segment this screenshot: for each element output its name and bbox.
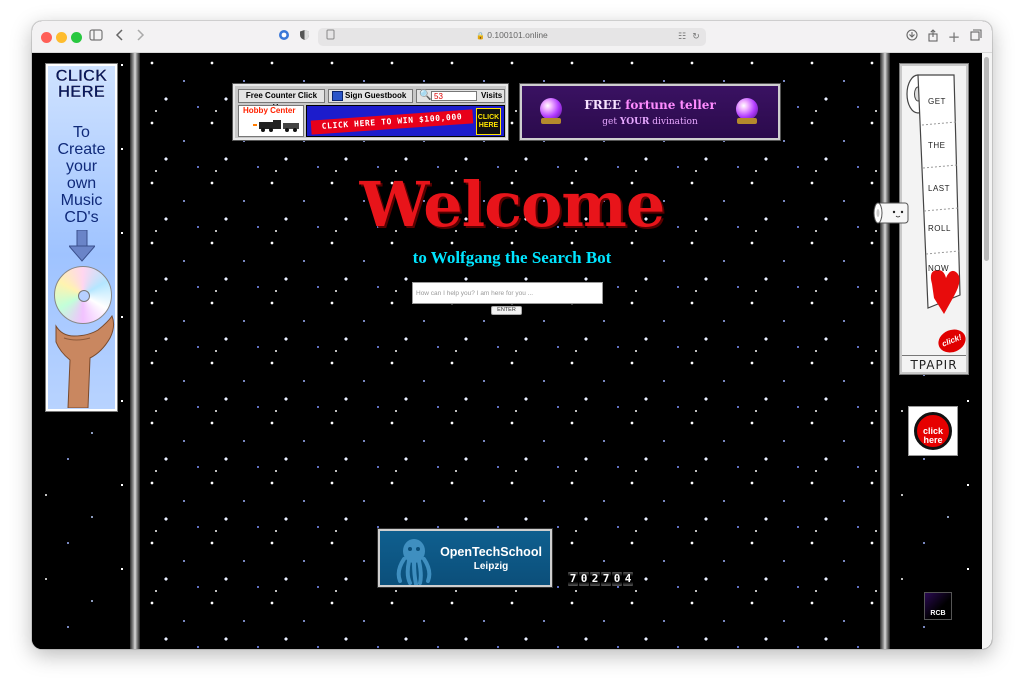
tp-word: ROLL: [928, 224, 951, 233]
zoom-button[interactable]: [71, 32, 82, 43]
tp-word: GET: [928, 97, 946, 106]
rcb-logo[interactable]: RCB: [924, 592, 952, 620]
win-money-text: CLICK HERE TO WIN $100,000: [310, 109, 474, 135]
hand-icon: [55, 314, 115, 408]
counter-guestbook-banner: Free Counter Click Here Sign Guestbook 🔍…: [232, 83, 509, 141]
ots-city: Leipzig: [473, 561, 509, 572]
privacy-report-icon[interactable]: [276, 29, 292, 45]
new-tab-icon[interactable]: +: [946, 29, 962, 45]
ots-title: OpenTechSchool: [440, 545, 542, 559]
click-here-ring: click here: [914, 412, 952, 450]
counter-digit: 7: [601, 572, 611, 586]
guestbook-icon: [332, 91, 343, 101]
forward-icon[interactable]: [132, 29, 148, 45]
create-cd-ad[interactable]: CLICK HERE To Create your own Music CD's: [45, 63, 118, 412]
counter-digit: 2: [590, 572, 600, 586]
visits-label: Visits: [481, 91, 503, 100]
lock-icon: 🔒: [476, 33, 485, 40]
welcome-heading: Welcome: [359, 168, 666, 241]
win-money-ad[interactable]: CLICK HERE TO WIN $100,000 CLICK HERE: [306, 105, 505, 137]
url-text: 🔒 0.100101.online: [476, 30, 548, 40]
web-page: CLICK HERE To Create your own Music CD's…: [32, 53, 992, 649]
heart-icon: [930, 270, 960, 314]
sign-guestbook-link[interactable]: Sign Guestbook: [328, 89, 413, 103]
minimize-button[interactable]: [56, 32, 67, 43]
close-button[interactable]: [41, 32, 52, 43]
toilet-paper-icon: [906, 74, 961, 314]
counter-digit: 4: [623, 572, 633, 586]
rcb-label: RCB: [930, 610, 946, 617]
share-icon[interactable]: [925, 29, 941, 45]
win-click-here-button[interactable]: CLICK HERE: [476, 108, 501, 135]
tp-word: NOW: [928, 264, 950, 273]
enter-button[interactable]: ENTER: [491, 306, 522, 315]
magnifier-icon: 🔍: [419, 90, 432, 101]
shield-icon[interactable]: [296, 29, 312, 45]
fortune-teller-ad[interactable]: FREE fortune teller get YOUR divination: [519, 83, 781, 141]
sidebar-icon[interactable]: [88, 29, 104, 45]
visit-counter: 🔍 53 Visits: [416, 89, 505, 103]
down-arrow-icon: [69, 230, 95, 262]
cd-ad-text: To Create your own Music CD's: [57, 124, 106, 226]
tp-word: LAST: [928, 184, 951, 193]
opentechschool-banner[interactable]: OpenTechSchool Leipzig: [377, 528, 553, 588]
fortune-subtitle: get YOUR divination: [602, 117, 698, 127]
click-here-text: click here: [922, 426, 944, 445]
tp-word: THE: [928, 141, 946, 150]
left-pillar: [130, 53, 140, 649]
search-input[interactable]: [412, 282, 603, 304]
train-icon: [253, 120, 299, 132]
click-here-badge[interactable]: click here: [908, 406, 958, 456]
free-counter-link[interactable]: Free Counter Click Here: [238, 89, 325, 112]
cd-ad-headline: CLICK HERE: [55, 66, 108, 101]
counter-digit: 0: [579, 572, 589, 586]
tp-brand-name: TPAPIR: [902, 355, 966, 372]
reload-icon[interactable]: ↻: [688, 29, 704, 45]
counter-digit: 7: [568, 572, 578, 586]
visit-count: 53: [431, 91, 477, 101]
browser-toolbar: 🔒 0.100101.online ☷ ↻ +: [32, 21, 992, 53]
search-bot-subtitle: to Wolfgang the Search Bot: [412, 248, 612, 267]
hobby-center-title: Hobby Center: [243, 106, 296, 115]
hit-counter: 7 0 2 7 0 4: [568, 572, 633, 586]
download-icon[interactable]: [904, 29, 920, 45]
scrollbar-thumb[interactable]: [984, 57, 989, 261]
counter-digit: 0: [612, 572, 622, 586]
right-pillar: [880, 53, 890, 649]
address-bar[interactable]: 🔒 0.100101.online ☷ ↻: [318, 28, 706, 46]
hobby-center-ad[interactable]: Hobby Center: [238, 105, 304, 137]
back-icon[interactable]: [112, 29, 128, 45]
toilet-roll-icon: [873, 202, 909, 224]
fortune-title: FREE fortune teller: [584, 98, 716, 112]
octopus-icon: [396, 539, 432, 585]
browser-window: 🔒 0.100101.online ☷ ↻ + CLICK HERE To Cr…: [32, 21, 992, 649]
tab-overview-icon[interactable]: [968, 29, 984, 45]
